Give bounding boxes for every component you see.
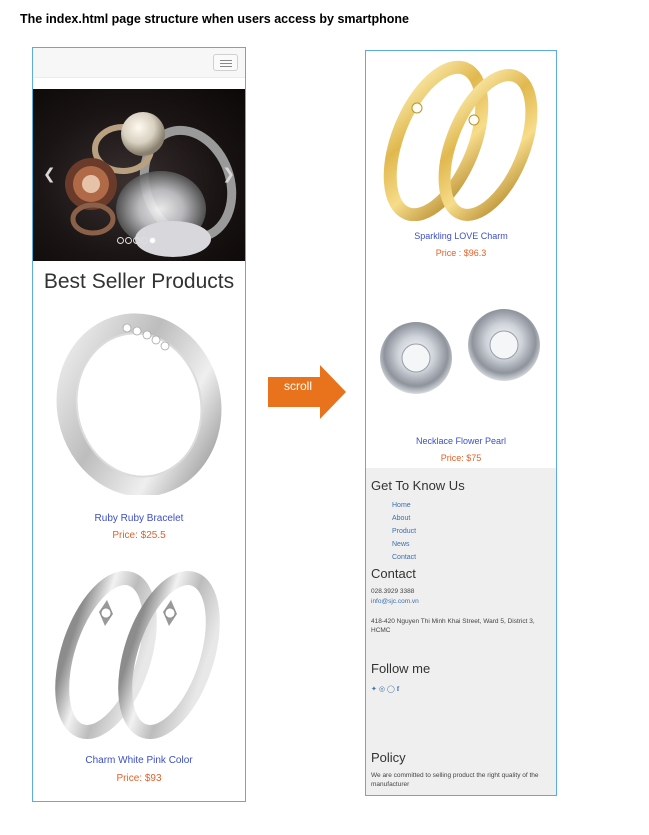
product-price: Price : $96.3 [435, 248, 487, 258]
product-name-link[interactable]: Ruby Ruby Bracelet [33, 513, 245, 524]
social-links: ✦ ◎ ◯ f [371, 685, 399, 693]
product-image-silver-band[interactable] [55, 310, 223, 495]
menu-toggle-button[interactable] [213, 54, 238, 71]
hero-carousel: ❮ ❯ [33, 89, 245, 261]
product-price: Price: $75 [440, 453, 482, 463]
carousel-dot[interactable] [133, 237, 140, 244]
footer-link-about[interactable]: About [392, 515, 410, 522]
product-name-link[interactable]: Sparkling LOVE Charm [366, 231, 556, 241]
site-footer: Get To Know Us Home About Product News C… [366, 468, 556, 795]
product-image-silver-pair[interactable] [51, 560, 227, 750]
carousel-dot[interactable] [125, 237, 132, 244]
footer-link-contact[interactable]: Contact [392, 554, 416, 561]
section-title: Best Seller Products [43, 270, 235, 293]
product-name-link[interactable]: Necklace Flower Pearl [366, 436, 556, 446]
contact-phone: 028.3929 3388 [371, 588, 415, 595]
rings-photo [65, 112, 237, 257]
contact-address: 418-420 Nguyen Thi Minh Khai Street, War… [371, 618, 535, 634]
footer-link-product[interactable]: Product [392, 528, 416, 535]
scroll-arrow: scroll [268, 365, 348, 425]
carousel-prev-icon[interactable]: ❮ [43, 167, 56, 182]
navbar [33, 48, 245, 78]
carousel-dot[interactable] [141, 237, 148, 244]
scroll-label: scroll [283, 379, 312, 393]
phone-screen-top: ❮ ❯ Best Seller Products Ruby Ruby Brace… [32, 47, 246, 802]
twitter-icon[interactable]: ✦ [371, 685, 377, 693]
footer-heading-know: Get To Know Us [371, 478, 465, 493]
footer-link-home[interactable]: Home [392, 502, 411, 509]
carousel-dot[interactable] [117, 237, 124, 244]
product-image-diamond-earrings[interactable] [376, 303, 548, 403]
facebook-icon[interactable]: f [397, 685, 399, 693]
dribbble-icon[interactable]: ◎ [379, 685, 385, 693]
footer-heading-follow: Follow me [371, 661, 431, 676]
product-price: Price: $93 [116, 773, 162, 784]
policy-text: We are committed to selling product the … [371, 772, 539, 788]
footer-heading-policy: Policy [371, 750, 406, 765]
github-icon[interactable]: ◯ [387, 685, 395, 693]
footer-link-news[interactable]: News [392, 541, 410, 548]
figure-caption: The index.html page structure when users… [20, 12, 410, 26]
footer-heading-contact: Contact [371, 566, 416, 581]
contact-email-link[interactable]: info@sjc.com.vn [371, 598, 419, 605]
product-name-link[interactable]: Charm White Pink Color [33, 755, 245, 766]
phone-screen-scrolled: Sparkling LOVE Charm Price : $96.3 Neckl… [365, 50, 557, 796]
carousel-indicators [117, 237, 156, 244]
product-image-gold-rings[interactable] [380, 53, 544, 221]
carousel-next-icon[interactable]: ❯ [222, 167, 235, 182]
product-price: Price: $25.5 [112, 530, 166, 541]
carousel-dot-active[interactable] [149, 237, 156, 244]
